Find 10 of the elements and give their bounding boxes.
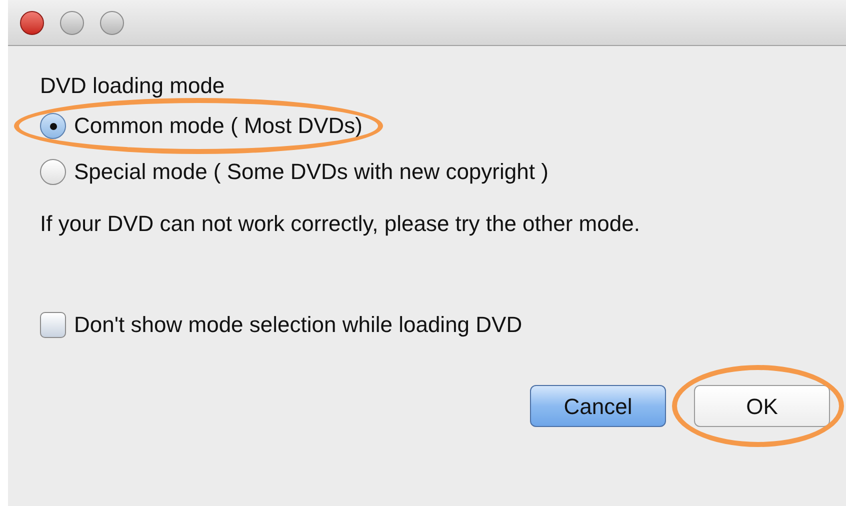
- dialog-button[interactable]: Cancel: [530, 385, 666, 427]
- zoom-icon[interactable]: [100, 10, 124, 34]
- hint-text: If your DVD can not work correctly, please try the other mode.: [40, 210, 641, 238]
- minimize-icon[interactable]: [60, 10, 84, 34]
- radio-button[interactable]: [40, 159, 66, 185]
- close-icon[interactable]: [20, 10, 44, 34]
- dialog-button[interactable]: OK: [694, 385, 830, 427]
- radio-button[interactable]: [40, 113, 66, 139]
- checkbox[interactable]: [40, 312, 66, 338]
- section-heading: DVD loading mode: [40, 72, 226, 100]
